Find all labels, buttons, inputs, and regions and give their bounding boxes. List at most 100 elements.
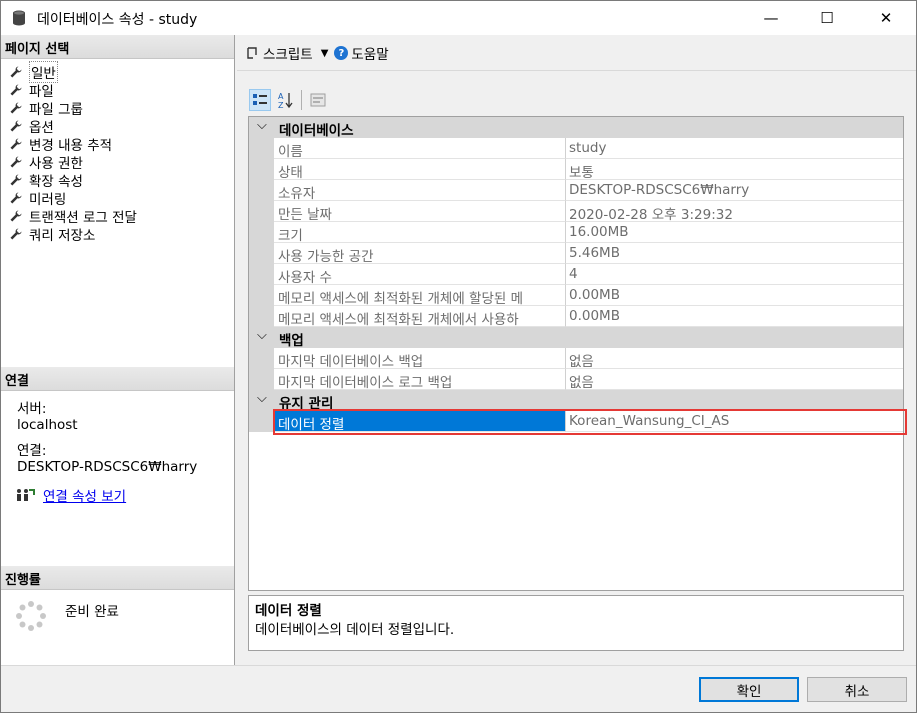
property-name: 마지막 데이터베이스 로그 백업 xyxy=(274,369,566,390)
page-item[interactable]: 미러링 xyxy=(1,189,234,208)
annotation-highlight-box xyxy=(273,409,907,435)
row-gutter xyxy=(249,264,274,285)
property-row[interactable]: 마지막 데이터베이스 백업 없음 xyxy=(249,348,903,369)
property-name: 만든 날짜 xyxy=(274,201,566,222)
property-row[interactable]: 만든 날짜 2020-02-28 오후 3:29:32 xyxy=(249,201,903,222)
row-gutter xyxy=(249,222,274,243)
categorized-icon xyxy=(253,94,267,105)
property-row[interactable]: 이름 study xyxy=(249,138,903,159)
script-dropdown-icon[interactable]: ▼ xyxy=(321,48,329,59)
property-row[interactable]: 크기 16.00MB xyxy=(249,222,903,243)
row-gutter xyxy=(249,138,274,159)
row-gutter xyxy=(249,201,274,222)
script-icon xyxy=(247,47,257,59)
server-info: 서버: localhost xyxy=(17,401,78,433)
maximize-button[interactable]: ☐ xyxy=(804,1,850,35)
page-item-label: 파일 그룹 xyxy=(29,102,83,118)
wrench-icon xyxy=(10,138,22,150)
property-row[interactable]: 메모리 액세스에 최적화된 개체에서 사용하 0.00MB xyxy=(249,306,903,327)
page-item-label: 파일 xyxy=(29,84,54,100)
page-item[interactable]: 트랜잭션 로그 전달 xyxy=(1,207,234,226)
property-value[interactable]: 0.00MB xyxy=(566,306,903,327)
property-row[interactable]: 사용 가능한 공간 5.46MB xyxy=(249,243,903,264)
script-label: 스크립트 xyxy=(263,47,313,63)
help-button[interactable]: ? 도움말 xyxy=(334,43,389,63)
chevron-down-icon[interactable]: ⌵ xyxy=(257,118,267,133)
svg-text:Z: Z xyxy=(278,101,284,109)
window-title: 데이터베이스 속성 - study xyxy=(37,12,198,28)
description-text: 데이터베이스의 데이터 정렬입니다. xyxy=(255,622,455,638)
grid-toolbar-divider xyxy=(301,90,302,110)
view-connection-properties-link[interactable]: 연결 속성 보기 xyxy=(43,485,126,505)
property-name: 크기 xyxy=(274,222,566,243)
category-row[interactable]: ⌵ 유지 관리 xyxy=(249,390,903,412)
page-item-label: 트랜잭션 로그 전달 xyxy=(29,210,137,226)
category-label: 데이터베이스 xyxy=(279,123,354,139)
help-label: 도움말 xyxy=(351,47,389,63)
minimize-button[interactable]: — xyxy=(748,1,794,35)
wrench-icon xyxy=(10,192,22,204)
server-label: 서버: xyxy=(17,401,47,417)
page-list: 일반 파일파일 그룹옵션 변경 내용 추적 사용 권한 확장 속성미러링트랜잭션 로그 … xyxy=(1,61,234,244)
property-row[interactable]: 메모리 액세스에 최적화된 개체에 할당된 메 0.00MB xyxy=(249,285,903,306)
page-item[interactable]: 사용 권한 xyxy=(1,153,234,172)
database-icon xyxy=(13,10,25,26)
wrench-icon xyxy=(10,210,22,222)
page-item[interactable]: 옵션 xyxy=(1,117,234,136)
wrench-icon xyxy=(10,84,22,96)
cancel-button[interactable]: 취소 xyxy=(807,677,907,702)
close-button[interactable]: ✕ xyxy=(863,1,909,35)
property-pages-icon xyxy=(310,93,326,107)
maximize-icon: ☐ xyxy=(820,9,834,27)
category-row[interactable]: ⌵ 데이터베이스 xyxy=(249,117,903,139)
property-value[interactable]: DESKTOP-RDSCSC6₩harry xyxy=(566,180,903,201)
property-row[interactable]: 마지막 데이터베이스 로그 백업 없음 xyxy=(249,369,903,390)
property-grid: ⌵ 데이터베이스 이름 study 상태 보통 소유자 DESKTOP-RDSCSC6₩har… xyxy=(248,116,904,591)
wrench-icon xyxy=(10,174,22,186)
property-value[interactable]: 없음 xyxy=(566,369,903,390)
property-row[interactable]: 상태 보통 xyxy=(249,159,903,180)
page-item[interactable]: 일반 xyxy=(1,61,234,83)
property-name: 이름 xyxy=(274,138,566,159)
chevron-down-icon[interactable]: ⌵ xyxy=(257,328,267,343)
property-value[interactable]: 2020-02-28 오후 3:29:32 xyxy=(566,201,903,222)
ok-button[interactable]: 확인 xyxy=(699,677,799,702)
row-gutter xyxy=(249,243,274,264)
property-pages-button[interactable] xyxy=(307,89,329,111)
page-item-label: 옵션 xyxy=(29,120,54,136)
page-item[interactable]: 쿼리 저장소 xyxy=(1,225,234,244)
categorized-view-button[interactable] xyxy=(249,89,271,111)
page-item[interactable]: 파일 그룹 xyxy=(1,99,234,118)
view-connection-row: 연결 속성 보기 xyxy=(15,485,126,505)
properties-dialog: 데이터베이스 속성 - study — ☐ ✕ 페이지 선택 일반 파일파일 그룹… xyxy=(0,0,917,713)
minimize-icon: — xyxy=(763,9,779,27)
row-gutter xyxy=(249,180,274,201)
page-item[interactable]: 확장 속성 xyxy=(1,171,234,190)
server-value: localhost xyxy=(17,417,78,433)
script-button[interactable]: 스크립트 xyxy=(245,43,313,63)
property-row[interactable]: 소유자 DESKTOP-RDSCSC6₩harry xyxy=(249,180,903,201)
property-value[interactable]: 없음 xyxy=(566,348,903,369)
property-name: 사용자 수 xyxy=(274,264,566,285)
help-icon: ? xyxy=(334,46,349,60)
connection-properties-icon xyxy=(17,489,35,501)
property-value[interactable]: 16.00MB xyxy=(566,222,903,243)
property-value[interactable]: 0.00MB xyxy=(566,285,903,306)
property-value[interactable]: 4 xyxy=(566,264,903,285)
row-gutter xyxy=(249,159,274,180)
svg-text:A: A xyxy=(278,92,284,101)
property-value[interactable]: 보통 xyxy=(566,159,903,180)
property-value[interactable]: study xyxy=(566,138,903,159)
property-row[interactable]: 사용자 수4 xyxy=(249,264,903,285)
pages-header: 페이지 선택 xyxy=(1,35,234,59)
property-name: 메모리 액세스에 최적화된 개체에 할당된 메 xyxy=(274,285,566,306)
page-item[interactable]: 파일 xyxy=(1,81,234,100)
page-item-label: 미러링 xyxy=(29,192,67,208)
chevron-down-icon[interactable]: ⌵ xyxy=(257,391,267,406)
category-row[interactable]: ⌵ 백업 xyxy=(249,327,903,349)
page-item[interactable]: 변경 내용 추적 xyxy=(1,135,234,154)
connection-info: 연결: DESKTOP-RDSCSC6₩harry xyxy=(17,443,197,475)
property-name: 소유자 xyxy=(274,180,566,201)
property-value[interactable]: 5.46MB xyxy=(566,243,903,264)
alphabetical-view-button[interactable]: A Z xyxy=(274,89,296,111)
